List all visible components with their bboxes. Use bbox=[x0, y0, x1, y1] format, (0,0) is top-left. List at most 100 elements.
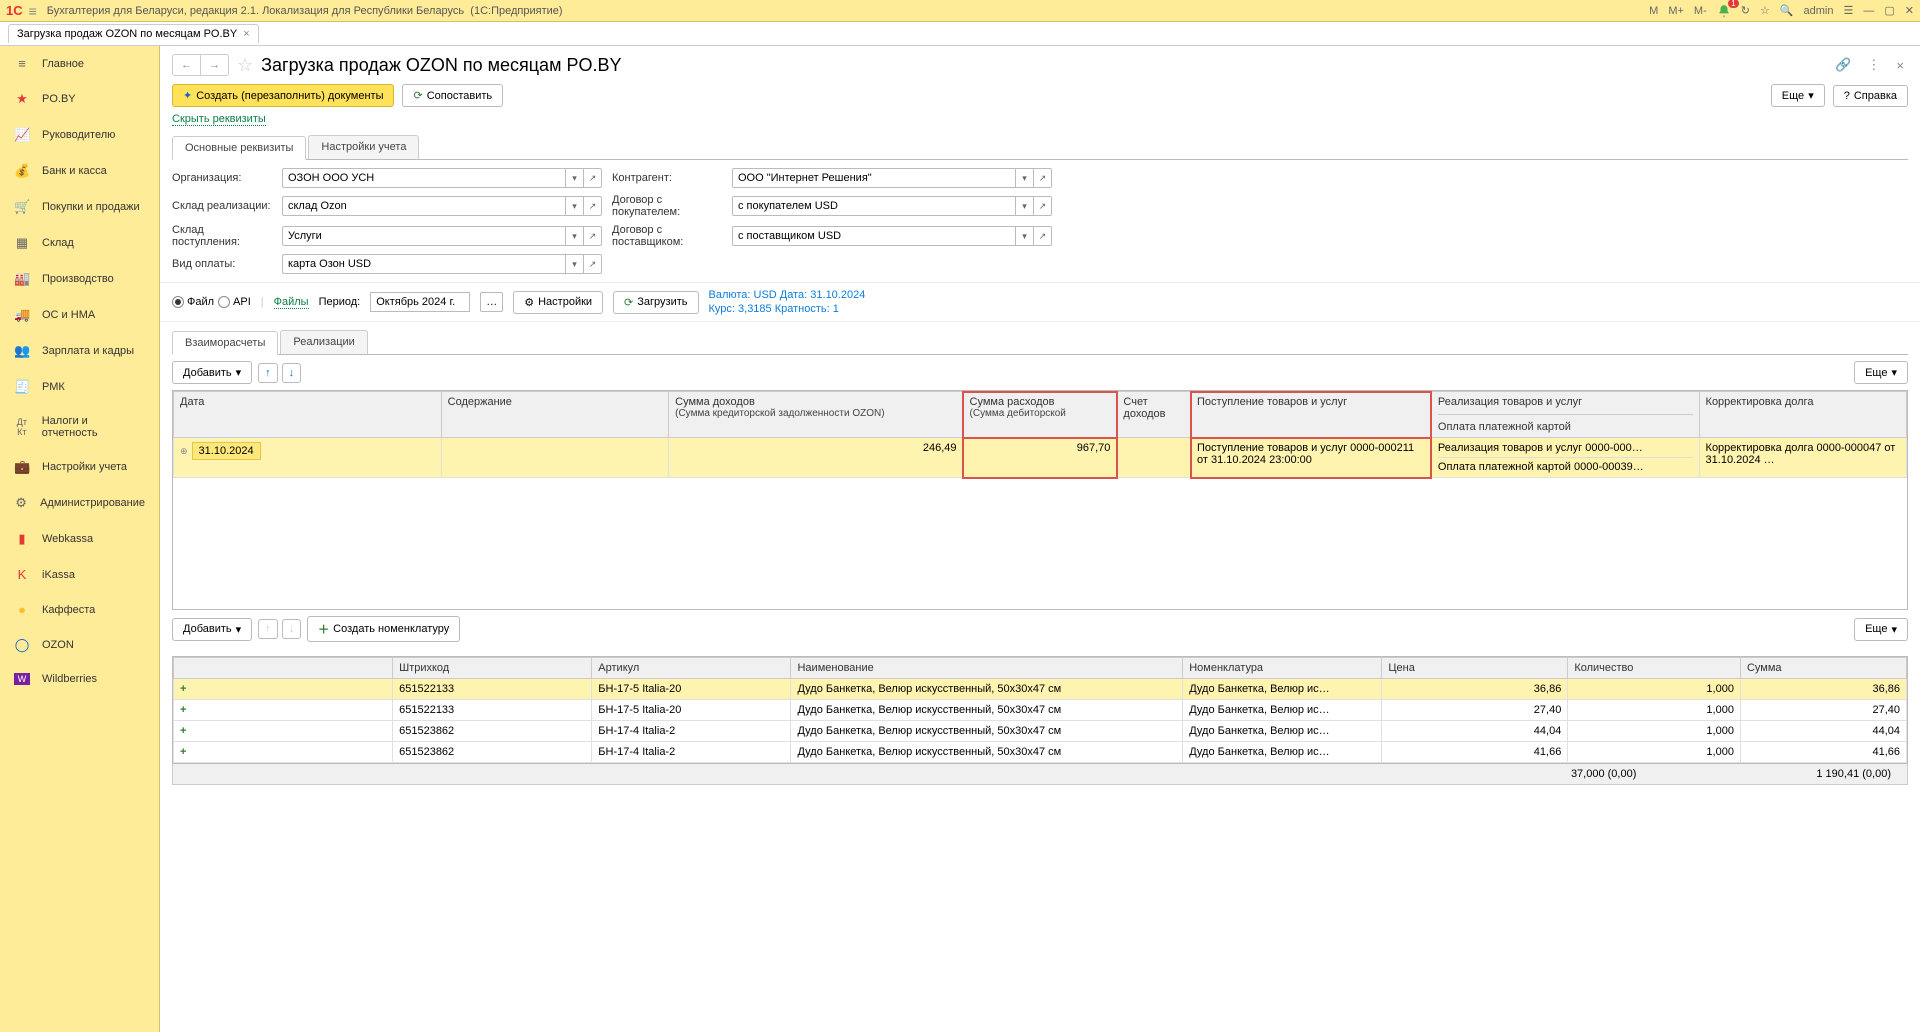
sidebar-item-tax[interactable]: ДтКтНалоги и отчетность bbox=[0, 405, 159, 449]
close-tab-icon[interactable]: × bbox=[243, 28, 249, 40]
close-page-icon[interactable]: × bbox=[1892, 56, 1908, 75]
file-tab[interactable]: Загрузка продаж OZON по месяцам PO.BY × bbox=[8, 24, 259, 43]
files-link[interactable]: Файлы bbox=[274, 296, 309, 309]
create-nomenclature-button[interactable]: ＋ Создать номенклатуру bbox=[307, 616, 460, 642]
mminus-button[interactable]: M- bbox=[1694, 5, 1707, 17]
table-row[interactable]: + 651523862БН-17-4 Italia-2Дудо Банкетка… bbox=[174, 742, 1907, 763]
sidebar-item-trade[interactable]: 🛒Покупки и продажи bbox=[0, 189, 159, 225]
compare-button[interactable]: ⟳ Сопоставить bbox=[402, 84, 503, 107]
col-correction[interactable]: Корректировка долга bbox=[1699, 392, 1906, 438]
field-dpok[interactable]: ▾↗ bbox=[732, 196, 1052, 216]
table2[interactable]: Штрихкод Артикул Наименование Номенклату… bbox=[172, 656, 1908, 764]
col-qty[interactable]: Количество bbox=[1568, 658, 1741, 679]
dropdown-icon[interactable]: ▾ bbox=[566, 226, 584, 246]
tab-settlements[interactable]: Взаиморасчеты bbox=[172, 331, 278, 355]
more-dots-icon[interactable]: ⋮ bbox=[1863, 55, 1884, 75]
sidebar-item-warehouse[interactable]: ▦Склад bbox=[0, 225, 159, 261]
field-skp[interactable]: ▾↗ bbox=[282, 226, 602, 246]
tab-realizations[interactable]: Реализации bbox=[280, 330, 367, 354]
col-income-acc[interactable]: Счет доходов bbox=[1117, 392, 1191, 438]
col-nom[interactable]: Номенклатура bbox=[1183, 658, 1382, 679]
more-button-1[interactable]: Еще ▾ bbox=[1854, 361, 1908, 384]
sidebar-item-bank[interactable]: 💰Банк и касса bbox=[0, 153, 159, 189]
open-ref-icon[interactable]: ↗ bbox=[584, 196, 602, 216]
col-price[interactable]: Цена bbox=[1382, 658, 1568, 679]
col-date[interactable]: Дата bbox=[174, 392, 442, 438]
field-dpost[interactable]: ▾↗ bbox=[732, 226, 1052, 246]
open-ref-icon[interactable]: ↗ bbox=[584, 168, 602, 188]
star-icon[interactable]: ☆ bbox=[1760, 4, 1770, 17]
sidebar-item-salary[interactable]: 👥Зарплата и кадры bbox=[0, 333, 159, 369]
dropdown-icon[interactable]: ▾ bbox=[1016, 226, 1034, 246]
radio-file[interactable]: Файл bbox=[172, 296, 214, 308]
favorite-star-icon[interactable]: ☆ bbox=[237, 55, 253, 76]
sidebar-item-rmk[interactable]: 🧾РМК bbox=[0, 369, 159, 405]
open-ref-icon[interactable]: ↗ bbox=[584, 254, 602, 274]
expand-icon[interactable]: ⊕ bbox=[180, 446, 188, 456]
open-ref-icon[interactable]: ↗ bbox=[1034, 196, 1052, 216]
maximize-icon[interactable]: ▢ bbox=[1884, 4, 1894, 17]
expand-row-icon[interactable]: + bbox=[180, 683, 186, 695]
sidebar-item-manager[interactable]: 📈Руководителю bbox=[0, 117, 159, 153]
col-income[interactable]: Сумма доходов(Сумма кредиторской задолже… bbox=[669, 392, 963, 438]
nav-back-icon[interactable]: ← bbox=[173, 55, 201, 75]
table-row[interactable]: + 651523862БН-17-4 Italia-2Дудо Банкетка… bbox=[174, 721, 1907, 742]
table1[interactable]: Дата Содержание Сумма доходов(Сумма кред… bbox=[172, 390, 1908, 610]
settings-lines-icon[interactable]: ☰ bbox=[1844, 4, 1854, 17]
m-button[interactable]: M bbox=[1649, 5, 1658, 17]
table-row[interactable]: + 651522133БН-17-5 Italia-20Дудо Банкетк… bbox=[174, 679, 1907, 700]
hide-requisites-link[interactable]: Скрыть реквизиты bbox=[172, 113, 266, 126]
expand-row-icon[interactable]: + bbox=[180, 704, 186, 716]
table-row[interactable]: ⊕31.10.2024 246,49 967,70 Поступление то… bbox=[174, 438, 1907, 478]
currency-link-2[interactable]: Курс: 3,3185 Кратность: 1 bbox=[709, 303, 866, 315]
history-icon[interactable]: ↻ bbox=[1741, 4, 1750, 17]
col-realization[interactable]: Реализация товаров и услугОплата платежн… bbox=[1431, 392, 1699, 438]
tab-acc-settings[interactable]: Настройки учета bbox=[308, 135, 419, 159]
sidebar-item-wildberries[interactable]: WWildberries bbox=[0, 663, 159, 695]
col-receipt[interactable]: Поступление товаров и услуг bbox=[1191, 392, 1432, 438]
settings-button[interactable]: ⚙ Настройки bbox=[513, 291, 603, 314]
col-sum[interactable]: Сумма bbox=[1740, 658, 1906, 679]
more-button[interactable]: Еще ▾ bbox=[1771, 84, 1825, 107]
move-down-button[interactable]: ↓ bbox=[282, 363, 302, 383]
col-content[interactable]: Содержание bbox=[441, 392, 668, 438]
sidebar-item-poby[interactable]: ★PO.BY bbox=[0, 81, 159, 117]
sidebar-item-ikassa[interactable]: KiKassa bbox=[0, 557, 159, 592]
table-row[interactable]: + 651522133БН-17-5 Italia-20Дудо Банкетк… bbox=[174, 700, 1907, 721]
load-button[interactable]: ⟳ Загрузить bbox=[613, 291, 698, 314]
dropdown-icon[interactable]: ▾ bbox=[566, 168, 584, 188]
minimize-icon[interactable]: — bbox=[1863, 5, 1874, 17]
tab-main-req[interactable]: Основные реквизиты bbox=[172, 136, 306, 160]
sidebar-item-settings[interactable]: 💼Настройки учета bbox=[0, 449, 159, 485]
sidebar-item-admin[interactable]: ⚙Администрирование bbox=[0, 485, 159, 521]
col-barcode[interactable]: Штрихкод bbox=[393, 658, 592, 679]
sidebar-item-webkassa[interactable]: ▮Webkassa bbox=[0, 521, 159, 557]
sidebar-item-main[interactable]: ≡Главное bbox=[0, 46, 159, 81]
sidebar-item-os[interactable]: 🚚ОС и НМА bbox=[0, 297, 159, 333]
radio-api[interactable]: API bbox=[218, 296, 251, 308]
search-icon[interactable]: 🔍 bbox=[1780, 4, 1794, 17]
add-button-1[interactable]: Добавить ▾ bbox=[172, 361, 252, 384]
dropdown-icon[interactable]: ▾ bbox=[1016, 196, 1034, 216]
field-skr[interactable]: ▾↗ bbox=[282, 196, 602, 216]
field-org[interactable]: ▾↗ bbox=[282, 168, 602, 188]
move-up-button[interactable]: ↑ bbox=[258, 363, 278, 383]
dropdown-icon[interactable]: ▾ bbox=[566, 254, 584, 274]
nav-forward-icon[interactable]: → bbox=[201, 55, 228, 75]
help-button[interactable]: ? Справка bbox=[1833, 85, 1908, 107]
period-picker-icon[interactable]: … bbox=[480, 292, 503, 312]
open-ref-icon[interactable]: ↗ bbox=[1034, 226, 1052, 246]
open-ref-icon[interactable]: ↗ bbox=[584, 226, 602, 246]
user-label[interactable]: admin bbox=[1804, 5, 1834, 17]
hamburger-icon[interactable]: ≡ bbox=[29, 3, 37, 19]
period-input[interactable] bbox=[370, 292, 470, 312]
field-kont[interactable]: ▾↗ bbox=[732, 168, 1052, 188]
col-article[interactable]: Артикул bbox=[592, 658, 791, 679]
col-name[interactable]: Наименование bbox=[791, 658, 1183, 679]
sidebar-item-kaffesta[interactable]: ●Каффеста bbox=[0, 592, 159, 627]
open-ref-icon[interactable]: ↗ bbox=[1034, 168, 1052, 188]
dropdown-icon[interactable]: ▾ bbox=[1016, 168, 1034, 188]
field-pay[interactable]: ▾↗ bbox=[282, 254, 602, 274]
col-expand[interactable] bbox=[174, 658, 393, 679]
more-button-2[interactable]: Еще ▾ bbox=[1854, 618, 1908, 641]
